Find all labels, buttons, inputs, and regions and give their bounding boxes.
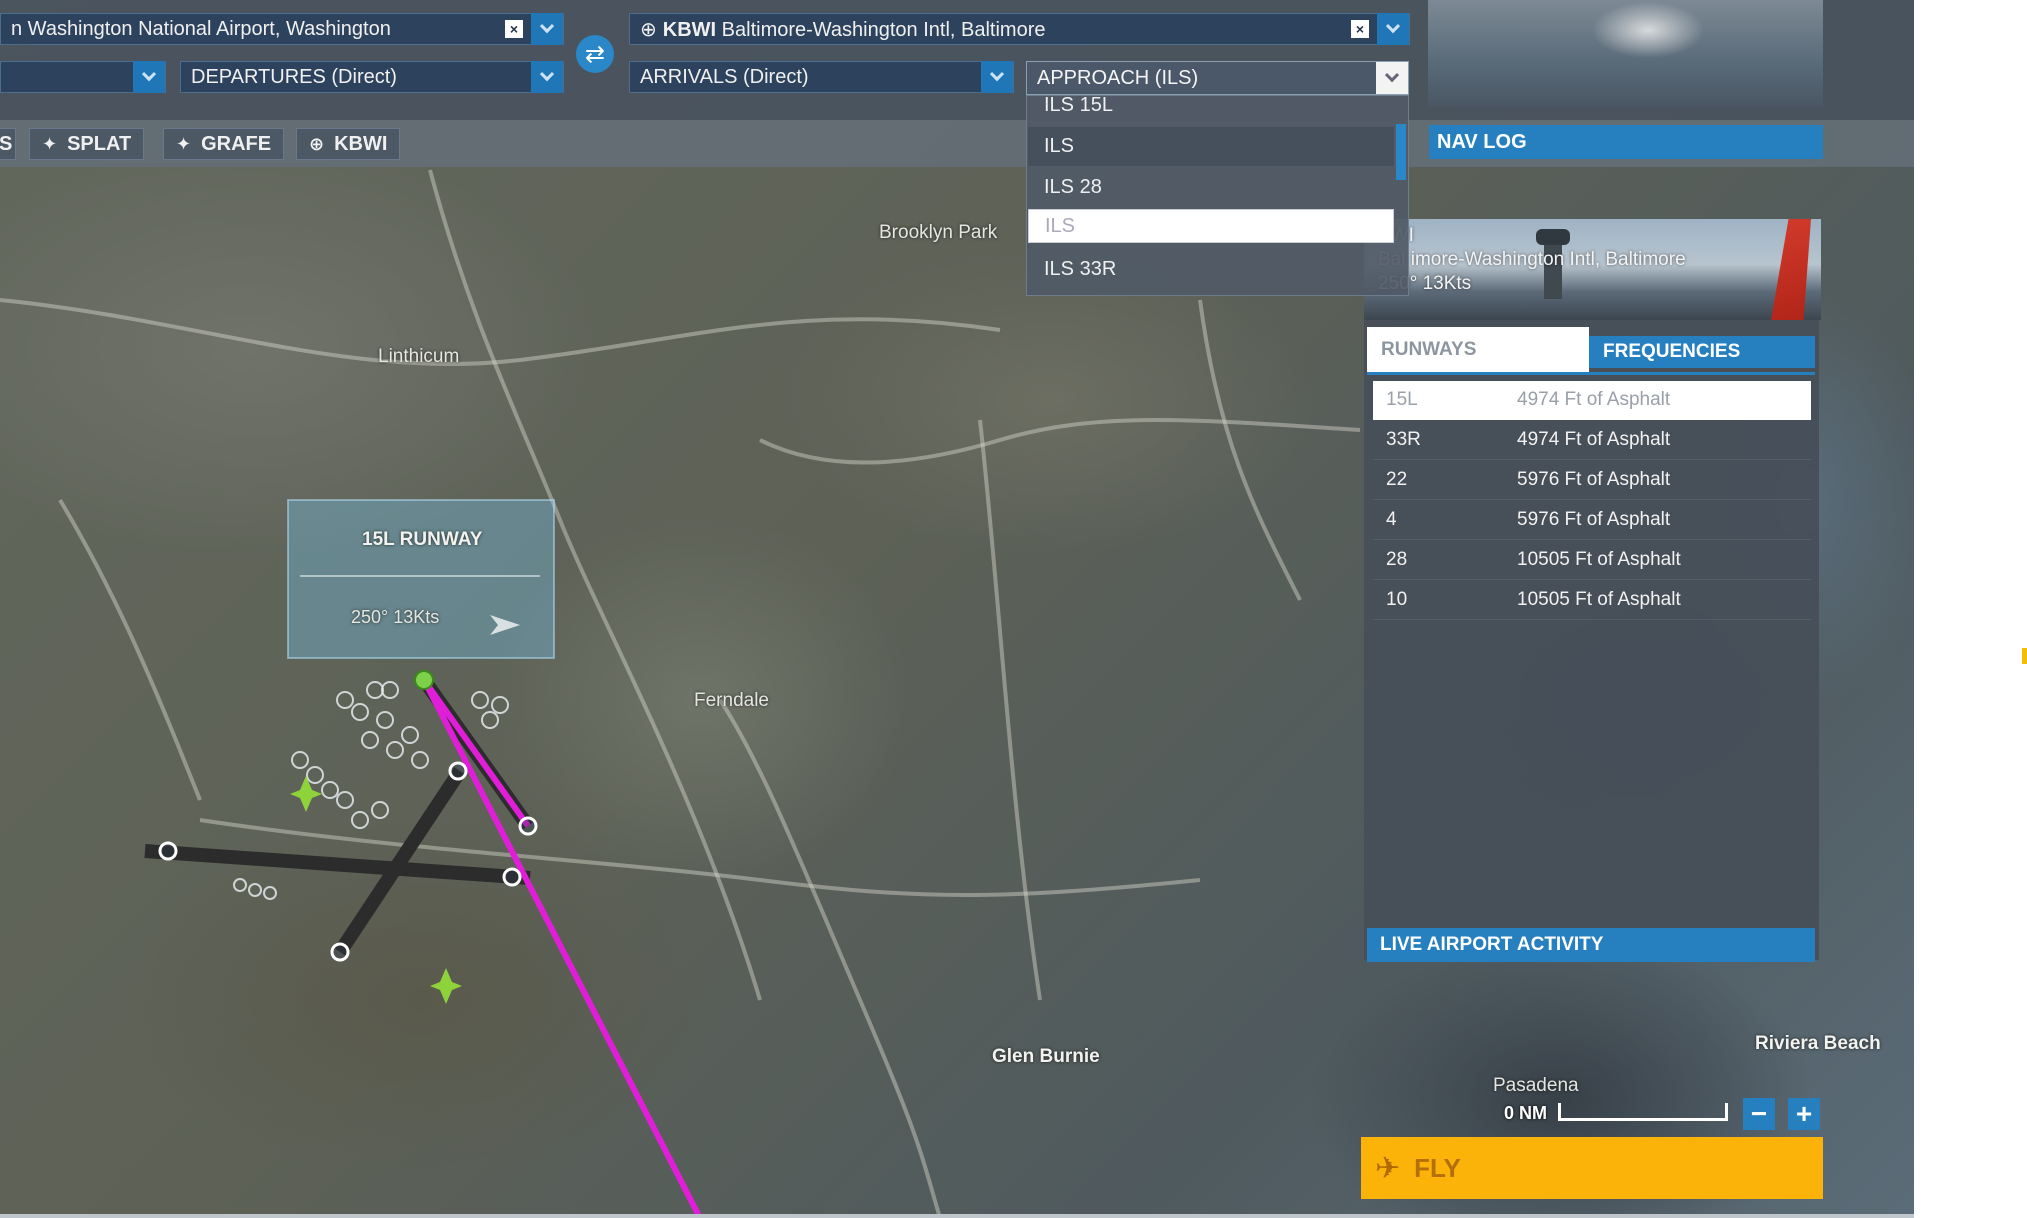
departure-runway-field[interactable]	[0, 61, 166, 93]
map-label-ferndale: Ferndale	[694, 690, 769, 711]
runway-info: 5976 Ft of Asphalt	[1517, 509, 1671, 530]
chevron-down-icon	[539, 67, 555, 82]
arrival-type-text: ARRIVALS (Direct)	[640, 65, 809, 88]
swap-arrows-icon: ⇄	[584, 40, 606, 68]
clear-arrival-button[interactable]: ×	[1351, 20, 1369, 38]
approach-option-selected[interactable]: ILS	[1028, 209, 1394, 243]
minus-icon: −	[1750, 1098, 1768, 1129]
runway-id: 15L	[1386, 389, 1418, 410]
departure-dropdown-button[interactable]	[531, 13, 563, 45]
runway-info: 10505 Ft of Asphalt	[1517, 549, 1681, 570]
waypoint-star-icon: ✦	[42, 133, 58, 154]
swap-airports-button[interactable]: ⇄	[576, 35, 614, 73]
airport-name: Bal imore-Washington Intl, Baltimore	[1378, 249, 1686, 270]
runway-row[interactable]: 15L 4974 Ft of Asphalt	[1373, 381, 1811, 420]
map-label-riviera-beach: Riviera Beach	[1755, 1033, 1881, 1054]
outer-margin	[1914, 0, 2027, 1218]
map-label-pasadena: Pasadena	[1493, 1075, 1579, 1096]
arrival-airport-text: Baltimore-Washington Intl, Baltimore	[721, 18, 1046, 41]
runway-id: 4	[1386, 509, 1397, 530]
takeoff-plane-icon: ✈	[1375, 1151, 1401, 1185]
nav-log-button[interactable]: NAV LOG	[1429, 125, 1823, 159]
map-label-brooklyn-park: Brooklyn Park	[879, 222, 998, 243]
departure-airport-text: n Washington National Airport, Washingto…	[11, 17, 391, 40]
waypoint-label: SPLAT	[67, 132, 132, 155]
runway-row[interactable]: 33R 4974 Ft of Asphalt	[1373, 421, 1811, 460]
runway-info: 10505 Ft of Asphalt	[1517, 589, 1681, 610]
live-airport-activity-button[interactable]: LIVE AIRPORT ACTIVITY	[1367, 928, 1815, 962]
tab-runways[interactable]: RUNWAYS	[1367, 327, 1589, 373]
runway-info: 5976 Ft of Asphalt	[1517, 469, 1671, 490]
approach-select[interactable]: APPROACH (ILS)	[1026, 61, 1409, 95]
target-icon: ⊕	[640, 18, 657, 41]
plus-icon: +	[1795, 1098, 1813, 1129]
fly-label: FLY	[1414, 1152, 1461, 1183]
airport-info: BWI Bal imore-Washington Intl, Baltimore…	[1378, 224, 1686, 296]
waypoint-button-partial[interactable]: S	[0, 128, 16, 160]
waypoint-label: GRAFE	[201, 132, 272, 155]
departure-type-field[interactable]: DEPARTURES (Direct)	[180, 61, 564, 93]
runway-info: 4974 Ft of Asphalt	[1517, 429, 1671, 450]
zoom-out-button[interactable]: −	[1743, 1098, 1775, 1130]
runway-row[interactable]: 28 10505 Ft of Asphalt	[1373, 541, 1811, 580]
map-label-glen-burnie: Glen Burnie	[992, 1046, 1100, 1067]
map-label-linthicum: Linthicum	[378, 346, 460, 367]
approach-option[interactable]: ILS	[1028, 127, 1394, 166]
airport-icon: ⊕	[309, 133, 325, 154]
waypoint-button-kbwi[interactable]: ⊕ KBWI	[296, 128, 401, 160]
tab-frequencies[interactable]: FREQUENCIES	[1589, 336, 1815, 368]
approach-select-text: APPROACH (ILS)	[1037, 66, 1199, 89]
tab-underline	[1367, 372, 1815, 375]
runway-row[interactable]: 10 10505 Ft of Asphalt	[1373, 581, 1811, 620]
arrival-type-field[interactable]: ARRIVALS (Direct)	[629, 61, 1014, 93]
arrival-icao: KBWI	[662, 18, 717, 41]
airport-wind: 250° 13Kts	[1378, 273, 1472, 294]
waypoint-button-grafe[interactable]: ✦ GRAFE	[163, 128, 285, 160]
chevron-down-icon	[141, 67, 157, 82]
airport-icao: BWI	[1378, 224, 1686, 248]
runway-row[interactable]: 4 5976 Ft of Asphalt	[1373, 501, 1811, 540]
aircraft-tail-icon	[1771, 219, 1811, 320]
chevron-down-icon	[989, 67, 1005, 82]
map-scale-bar	[1558, 1103, 1728, 1121]
chevron-down-icon	[539, 19, 555, 34]
chevron-down-icon	[1385, 19, 1401, 34]
waypoint-button-splat[interactable]: ✦ SPLAT	[29, 128, 145, 160]
runway-id: 22	[1386, 469, 1408, 490]
approach-dropdown-button[interactable]	[1376, 62, 1408, 94]
departure-type-dropdown-button[interactable]	[531, 61, 563, 93]
runway-row[interactable]: 22 5976 Ft of Asphalt	[1373, 461, 1811, 500]
bottom-edge	[0, 1214, 1914, 1218]
map-scale-label: 0 NM	[1504, 1103, 1548, 1123]
runway-info: 4974 Ft of Asphalt	[1517, 389, 1671, 410]
dropdown-scrollbar[interactable]	[1396, 124, 1406, 180]
approach-option[interactable]: ILS 28	[1028, 168, 1394, 207]
departure-runway-dropdown-button[interactable]	[133, 61, 165, 93]
clear-departure-button[interactable]: ×	[505, 20, 523, 38]
waypoint-star-icon: ✦	[176, 133, 192, 154]
departure-type-text: DEPARTURES (Direct)	[191, 65, 397, 88]
chevron-down-icon	[1384, 68, 1400, 83]
departure-airport-field[interactable]: n Washington National Airport, Washingto…	[0, 13, 564, 45]
runway-tooltip-title: 15L RUNWAY	[362, 529, 483, 550]
edge-marker	[2022, 648, 2027, 664]
arrival-dropdown-button[interactable]	[1377, 13, 1409, 45]
runway-tooltip-wind: 250° 13Kts	[351, 607, 440, 627]
zoom-in-button[interactable]: +	[1788, 1098, 1820, 1130]
approach-option[interactable]: ILS 15L	[1028, 96, 1394, 125]
approach-dropdown-list[interactable]: ILS 15L ILS ILS 28 ILS ILS 33R	[1026, 95, 1409, 296]
waypoint-label: KBWI	[334, 132, 388, 155]
fly-button[interactable]: ✈ FLY	[1361, 1137, 1823, 1199]
approach-option[interactable]: ILS 33R	[1028, 250, 1394, 289]
arrival-airport-field[interactable]: ⊕ KBWI Baltimore-Washington Intl, Baltimo…	[629, 13, 1410, 45]
runway-id: 28	[1386, 549, 1408, 570]
runway-id: 33R	[1386, 429, 1421, 450]
arrival-type-dropdown-button[interactable]	[981, 61, 1013, 93]
runway-id: 10	[1386, 589, 1408, 610]
aircraft-preview-image	[1428, 0, 1823, 107]
